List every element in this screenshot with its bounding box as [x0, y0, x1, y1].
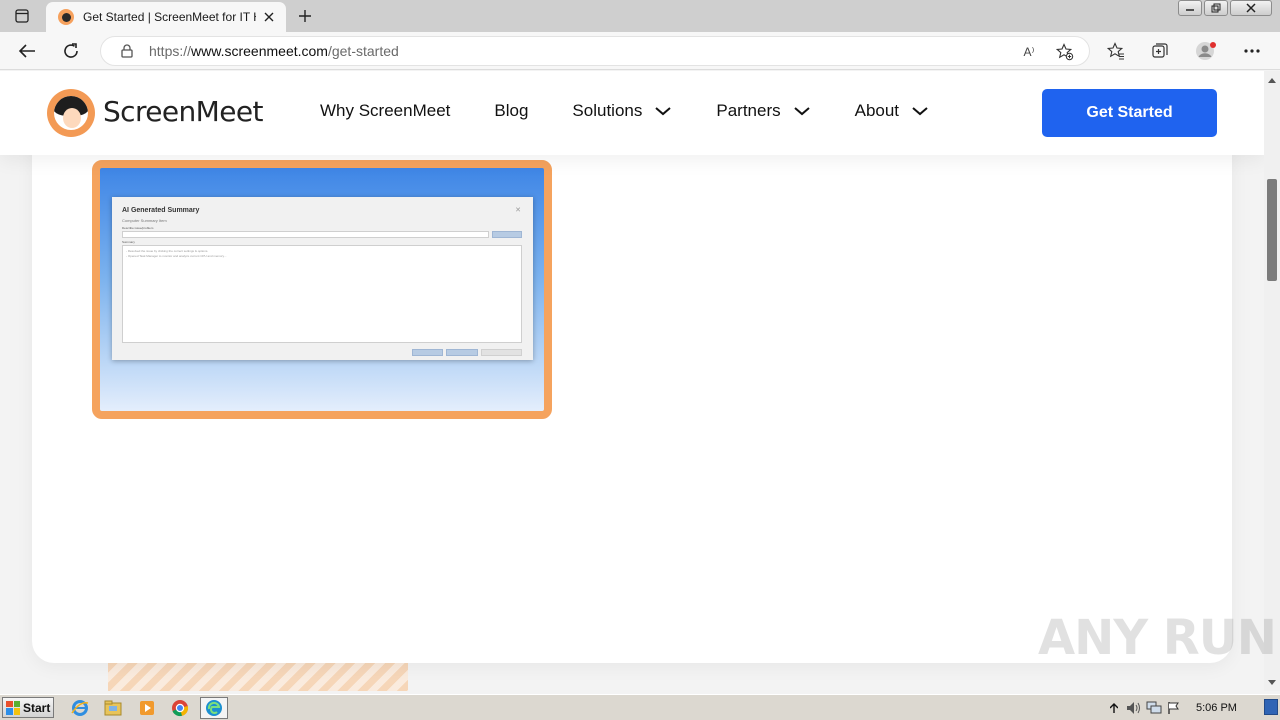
lock-icon[interactable]: [117, 41, 137, 61]
address-bar[interactable]: https://www.screenmeet.com/get-started A…: [100, 36, 1090, 66]
show-hidden-icons-icon[interactable]: [1104, 698, 1124, 718]
more-options-icon[interactable]: [1241, 41, 1263, 61]
nav-item-about[interactable]: About: [855, 101, 929, 121]
feature-screenshot: AI Generated Summary Computer Summary It…: [92, 160, 552, 419]
window-controls: [1178, 0, 1272, 18]
tab-actions-icon[interactable]: [10, 6, 34, 26]
page-scrollbar[interactable]: [1264, 71, 1280, 691]
url-text: https://www.screenmeet.com/get-started: [149, 43, 399, 59]
file-explorer-icon[interactable]: [99, 697, 127, 719]
nav-item-solutions[interactable]: Solutions: [572, 101, 672, 121]
dialog-subtitle: Computer Summary Item: [122, 218, 167, 223]
chevron-down-icon: [654, 106, 672, 116]
media-player-icon[interactable]: [133, 697, 161, 719]
add-favorite-icon[interactable]: [1055, 42, 1075, 62]
browser-tab-bar: Get Started | ScreenMeet for IT H: [0, 0, 1280, 32]
internet-explorer-icon[interactable]: [66, 697, 94, 719]
close-tab-icon[interactable]: [260, 8, 278, 26]
new-tab-icon[interactable]: [294, 6, 316, 26]
show-desktop-button[interactable]: [1264, 699, 1278, 715]
taskbar-clock[interactable]: 5:06 PM: [1196, 702, 1237, 714]
summary-line: - Opened Task Manager to monitor and ana…: [126, 254, 227, 258]
dialog-button: [446, 349, 478, 356]
nav-item-partners[interactable]: Partners: [716, 101, 810, 121]
refresh-icon[interactable]: [58, 39, 84, 63]
network-icon[interactable]: [1144, 698, 1164, 718]
site-header: ScreenMeet Why ScreenMeet Blog Solutions…: [0, 71, 1264, 155]
close-window-icon[interactable]: [1230, 0, 1272, 16]
ai-summary-dialog-preview: AI Generated Summary Computer Summary It…: [112, 197, 533, 360]
get-started-button[interactable]: Get Started: [1042, 89, 1217, 137]
restore-icon[interactable]: [1204, 0, 1228, 16]
anyrun-watermark: ANY RUN: [1038, 610, 1277, 666]
start-button[interactable]: Start: [2, 697, 54, 718]
nav-item-why-screenmeet[interactable]: Why ScreenMeet: [320, 101, 450, 121]
minimize-icon[interactable]: [1178, 0, 1202, 16]
favorites-icon[interactable]: [1105, 41, 1127, 61]
dialog-button: [412, 349, 443, 356]
action-center-flag-icon[interactable]: [1164, 698, 1184, 718]
nav-label: Why ScreenMeet: [320, 101, 451, 120]
screenmeet-logo-icon[interactable]: [47, 89, 95, 137]
dialog-close-icon: ✕: [515, 207, 521, 214]
chrome-icon[interactable]: [166, 697, 194, 719]
back-arrow-icon[interactable]: [14, 39, 40, 63]
nav-item-blog[interactable]: Blog: [494, 101, 528, 121]
nav-label: About: [854, 101, 900, 120]
system-tray: 5:06 PM: [1104, 697, 1262, 719]
dialog-input: [122, 231, 489, 238]
profile-avatar-icon[interactable]: [1195, 41, 1217, 61]
browser-tab-active[interactable]: Get Started | ScreenMeet for IT H: [46, 2, 286, 32]
main-nav: Why ScreenMeet Blog Solutions Partners A…: [320, 101, 973, 121]
nav-label: Partners: [716, 101, 781, 120]
nav-label: Solutions: [572, 101, 643, 120]
summary-line: - Resolved the issue by clicking the cor…: [126, 249, 209, 253]
decorative-stripes: [108, 663, 408, 691]
chevron-down-icon: [793, 106, 811, 116]
scrollbar-thumb[interactable]: [1267, 179, 1277, 281]
dialog-button-disabled: [481, 349, 522, 356]
read-aloud-icon[interactable]: A⁾: [1019, 42, 1039, 62]
scroll-down-icon[interactable]: [1264, 675, 1280, 689]
dialog-field-label: Describe issue/problem: [122, 226, 154, 230]
dialog-generate-button: [492, 231, 522, 238]
scroll-up-icon[interactable]: [1264, 73, 1280, 87]
chevron-down-icon: [911, 106, 929, 116]
screenmeet-favicon-icon: [58, 9, 74, 25]
volume-icon[interactable]: [1124, 698, 1144, 718]
collections-icon[interactable]: [1149, 41, 1171, 61]
start-label: Start: [23, 700, 51, 715]
windows-logo-icon: [6, 700, 20, 715]
tab-title: Get Started | ScreenMeet for IT H: [83, 10, 256, 24]
nav-label: Blog: [494, 101, 529, 120]
logo-text[interactable]: ScreenMeet: [103, 95, 263, 128]
page-viewport: AI Generated Summary Computer Summary It…: [0, 71, 1264, 691]
dialog-title: AI Generated Summary: [122, 207, 200, 214]
edge-icon[interactable]: [200, 697, 228, 719]
dialog-summary-area: - Resolved the issue by clicking the cor…: [122, 245, 522, 343]
browser-toolbar: https://www.screenmeet.com/get-started A…: [0, 32, 1280, 70]
windows-taskbar: Start 5:06 PM: [0, 694, 1280, 720]
dialog-area-label: Summary: [122, 240, 135, 244]
